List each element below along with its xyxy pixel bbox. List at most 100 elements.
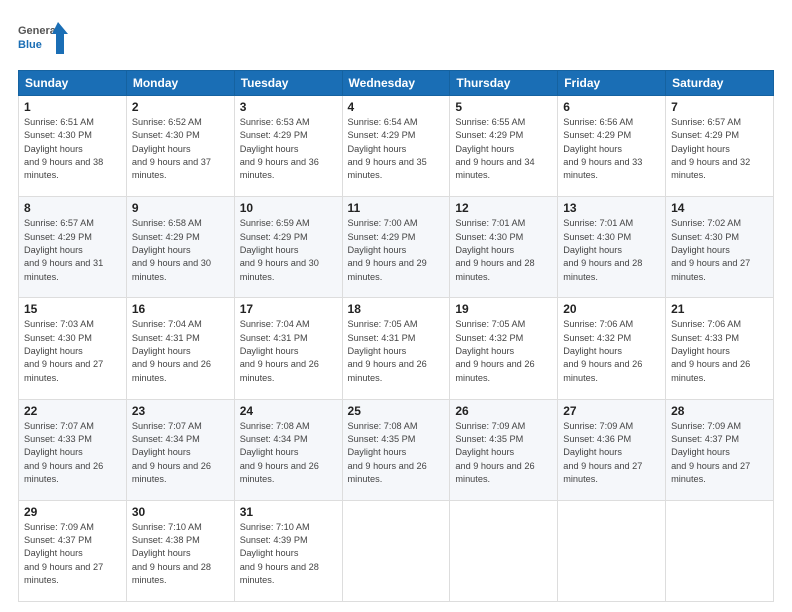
calendar-week-3: 15Sunrise: 7:03 AMSunset: 4:30 PMDayligh… xyxy=(19,298,774,399)
calendar-cell xyxy=(558,500,666,601)
calendar-cell: 19 Sunrise: 7:05 AMSunset: 4:32 PMDayligh… xyxy=(450,298,558,399)
svg-text:Blue: Blue xyxy=(18,39,42,51)
day-info: Sunrise: 7:07 AMSunset: 4:33 PMDaylight … xyxy=(24,421,103,484)
day-number: 23 xyxy=(132,404,229,418)
day-info: Sunrise: 7:06 AMSunset: 4:32 PMDaylight … xyxy=(563,319,642,382)
day-number: 12 xyxy=(455,201,552,215)
day-number: 9 xyxy=(132,201,229,215)
day-info: Sunrise: 7:01 AMSunset: 4:30 PMDaylight … xyxy=(455,218,534,281)
day-info: Sunrise: 6:58 AMSunset: 4:29 PMDaylight … xyxy=(132,218,211,281)
day-header-friday: Friday xyxy=(558,71,666,96)
day-info: Sunrise: 7:03 AMSunset: 4:30 PMDaylight … xyxy=(24,319,103,382)
calendar-cell: 15Sunrise: 7:03 AMSunset: 4:30 PMDayligh… xyxy=(19,298,127,399)
calendar-cell: 21 Sunrise: 7:06 AMSunset: 4:33 PMDayligh… xyxy=(666,298,774,399)
day-number: 4 xyxy=(348,100,445,114)
logo: General Blue xyxy=(18,18,68,60)
calendar-week-4: 22 Sunrise: 7:07 AMSunset: 4:33 PMDayligh… xyxy=(19,399,774,500)
calendar-cell: 17 Sunrise: 7:04 AMSunset: 4:31 PMDayligh… xyxy=(234,298,342,399)
calendar-table: SundayMondayTuesdayWednesdayThursdayFrid… xyxy=(18,70,774,602)
day-header-monday: Monday xyxy=(126,71,234,96)
calendar-week-5: 29 Sunrise: 7:09 AMSunset: 4:37 PMDayligh… xyxy=(19,500,774,601)
calendar-cell: 30 Sunrise: 7:10 AMSunset: 4:38 PMDayligh… xyxy=(126,500,234,601)
day-number: 25 xyxy=(348,404,445,418)
day-info: Sunrise: 6:56 AMSunset: 4:29 PMDaylight … xyxy=(563,117,642,180)
day-info: Sunrise: 7:09 AMSunset: 4:37 PMDaylight … xyxy=(24,522,103,585)
day-info: Sunrise: 7:01 AMSunset: 4:30 PMDaylight … xyxy=(563,218,642,281)
day-number: 14 xyxy=(671,201,768,215)
day-header-thursday: Thursday xyxy=(450,71,558,96)
calendar-week-1: 1Sunrise: 6:51 AMSunset: 4:30 PMDaylight… xyxy=(19,96,774,197)
calendar-cell xyxy=(342,500,450,601)
calendar-cell: 31Sunrise: 7:10 AMSunset: 4:39 PMDayligh… xyxy=(234,500,342,601)
day-number: 29 xyxy=(24,505,121,519)
day-info: Sunrise: 7:05 AMSunset: 4:32 PMDaylight … xyxy=(455,319,534,382)
day-info: Sunrise: 7:04 AMSunset: 4:31 PMDaylight … xyxy=(132,319,211,382)
header: General Blue xyxy=(18,18,774,60)
calendar-cell: 7 Sunrise: 6:57 AMSunset: 4:29 PMDaylight… xyxy=(666,96,774,197)
day-info: Sunrise: 6:57 AMSunset: 4:29 PMDaylight … xyxy=(671,117,750,180)
calendar-cell: 10Sunrise: 6:59 AMSunset: 4:29 PMDayligh… xyxy=(234,197,342,298)
day-number: 19 xyxy=(455,302,552,316)
day-info: Sunrise: 7:09 AMSunset: 4:35 PMDaylight … xyxy=(455,421,534,484)
calendar-cell: 13 Sunrise: 7:01 AMSunset: 4:30 PMDayligh… xyxy=(558,197,666,298)
calendar-cell: 12 Sunrise: 7:01 AMSunset: 4:30 PMDayligh… xyxy=(450,197,558,298)
day-info: Sunrise: 7:08 AMSunset: 4:34 PMDaylight … xyxy=(240,421,319,484)
calendar-cell: 24 Sunrise: 7:08 AMSunset: 4:34 PMDayligh… xyxy=(234,399,342,500)
day-number: 27 xyxy=(563,404,660,418)
calendar-cell: 23 Sunrise: 7:07 AMSunset: 4:34 PMDayligh… xyxy=(126,399,234,500)
calendar-cell: 6 Sunrise: 6:56 AMSunset: 4:29 PMDaylight… xyxy=(558,96,666,197)
calendar-cell: 18 Sunrise: 7:05 AMSunset: 4:31 PMDayligh… xyxy=(342,298,450,399)
day-number: 2 xyxy=(132,100,229,114)
day-info: Sunrise: 7:09 AMSunset: 4:37 PMDaylight … xyxy=(671,421,750,484)
day-info: Sunrise: 6:54 AMSunset: 4:29 PMDaylight … xyxy=(348,117,427,180)
calendar-cell: 1Sunrise: 6:51 AMSunset: 4:30 PMDaylight… xyxy=(19,96,127,197)
day-number: 18 xyxy=(348,302,445,316)
calendar-cell xyxy=(450,500,558,601)
day-number: 28 xyxy=(671,404,768,418)
calendar-cell: 20 Sunrise: 7:06 AMSunset: 4:32 PMDayligh… xyxy=(558,298,666,399)
calendar-cell: 26Sunrise: 7:09 AMSunset: 4:35 PMDayligh… xyxy=(450,399,558,500)
day-number: 16 xyxy=(132,302,229,316)
day-number: 5 xyxy=(455,100,552,114)
day-info: Sunrise: 7:05 AMSunset: 4:31 PMDaylight … xyxy=(348,319,427,382)
day-info: Sunrise: 7:02 AMSunset: 4:30 PMDaylight … xyxy=(671,218,750,281)
page: General Blue SundayMondayTuesdayWednesda… xyxy=(0,0,792,612)
day-info: Sunrise: 7:10 AMSunset: 4:38 PMDaylight … xyxy=(132,522,211,585)
calendar-cell: 5 Sunrise: 6:55 AMSunset: 4:29 PMDaylight… xyxy=(450,96,558,197)
day-info: Sunrise: 7:09 AMSunset: 4:36 PMDaylight … xyxy=(563,421,642,484)
calendar-cell: 27 Sunrise: 7:09 AMSunset: 4:36 PMDayligh… xyxy=(558,399,666,500)
day-header-tuesday: Tuesday xyxy=(234,71,342,96)
day-number: 13 xyxy=(563,201,660,215)
day-info: Sunrise: 7:04 AMSunset: 4:31 PMDaylight … xyxy=(240,319,319,382)
calendar-header-row: SundayMondayTuesdayWednesdayThursdayFrid… xyxy=(19,71,774,96)
day-header-sunday: Sunday xyxy=(19,71,127,96)
day-info: Sunrise: 7:06 AMSunset: 4:33 PMDaylight … xyxy=(671,319,750,382)
calendar-cell: 28 Sunrise: 7:09 AMSunset: 4:37 PMDayligh… xyxy=(666,399,774,500)
calendar-cell: 14 Sunrise: 7:02 AMSunset: 4:30 PMDayligh… xyxy=(666,197,774,298)
day-number: 30 xyxy=(132,505,229,519)
day-number: 8 xyxy=(24,201,121,215)
calendar-cell: 2Sunrise: 6:52 AMSunset: 4:30 PMDaylight… xyxy=(126,96,234,197)
calendar-cell: 4 Sunrise: 6:54 AMSunset: 4:29 PMDaylight… xyxy=(342,96,450,197)
day-info: Sunrise: 7:07 AMSunset: 4:34 PMDaylight … xyxy=(132,421,211,484)
day-number: 20 xyxy=(563,302,660,316)
day-number: 22 xyxy=(24,404,121,418)
day-number: 3 xyxy=(240,100,337,114)
logo-icon: General Blue xyxy=(18,18,68,60)
svg-text:General: General xyxy=(18,25,59,37)
day-number: 21 xyxy=(671,302,768,316)
day-number: 24 xyxy=(240,404,337,418)
calendar-cell xyxy=(666,500,774,601)
day-info: Sunrise: 7:00 AMSunset: 4:29 PMDaylight … xyxy=(348,218,427,281)
day-number: 10 xyxy=(240,201,337,215)
day-number: 11 xyxy=(348,201,445,215)
calendar-cell: 16 Sunrise: 7:04 AMSunset: 4:31 PMDayligh… xyxy=(126,298,234,399)
calendar-cell: 9 Sunrise: 6:58 AMSunset: 4:29 PMDaylight… xyxy=(126,197,234,298)
day-info: Sunrise: 6:55 AMSunset: 4:29 PMDaylight … xyxy=(455,117,534,180)
day-number: 6 xyxy=(563,100,660,114)
day-number: 7 xyxy=(671,100,768,114)
day-info: Sunrise: 7:08 AMSunset: 4:35 PMDaylight … xyxy=(348,421,427,484)
day-number: 17 xyxy=(240,302,337,316)
calendar-cell: 22 Sunrise: 7:07 AMSunset: 4:33 PMDayligh… xyxy=(19,399,127,500)
day-info: Sunrise: 6:53 AMSunset: 4:29 PMDaylight … xyxy=(240,117,319,180)
